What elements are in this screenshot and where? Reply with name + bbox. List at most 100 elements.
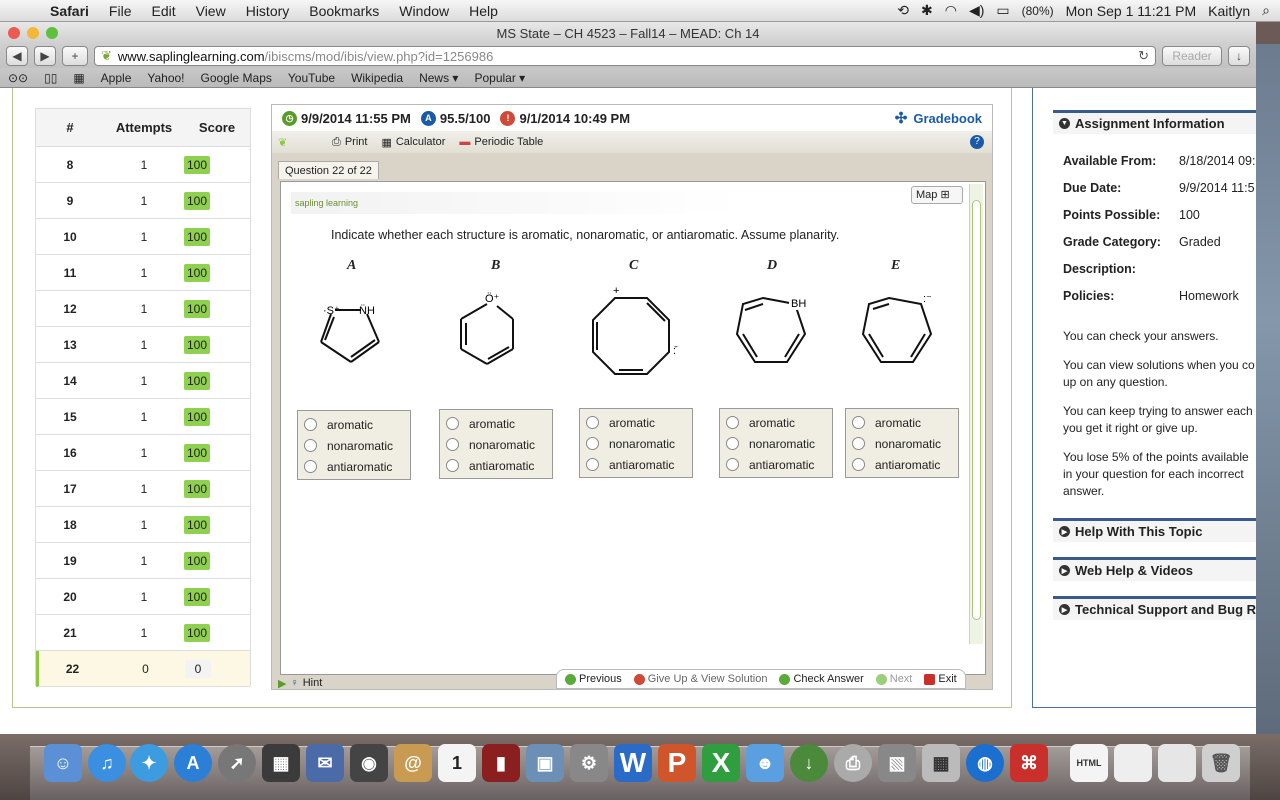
radio-a-nonaromatic[interactable] <box>304 439 317 452</box>
radio-d-antiaromatic[interactable] <box>726 458 739 471</box>
bookmark-youtube[interactable]: YouTube <box>288 71 335 85</box>
radio-c-antiaromatic[interactable] <box>586 458 599 471</box>
printer-utility-icon[interactable]: ⎙ <box>834 744 872 782</box>
radio-c-aromatic[interactable] <box>586 416 599 429</box>
menu-history[interactable]: History <box>236 3 300 19</box>
trash-icon[interactable]: 🗑 <box>1202 744 1240 782</box>
bookmarks-book-icon[interactable]: ▯▯ <box>44 71 57 85</box>
mail-icon[interactable]: ✉ <box>306 744 344 782</box>
menu-file[interactable]: File <box>99 3 142 19</box>
option-e-antiaromatic[interactable]: antiaromatic <box>852 454 958 475</box>
bluetooth-icon[interactable]: ✱ <box>921 2 933 19</box>
spotlight-icon[interactable]: ⌕ <box>1262 2 1270 19</box>
bookmark-yahoo[interactable]: Yahoo! <box>147 71 184 85</box>
new-tab-button[interactable]: + <box>62 46 88 66</box>
attempt-row[interactable]: 10 1 100 <box>36 219 250 255</box>
option-e-aromatic[interactable]: aromatic <box>852 412 958 433</box>
attempt-row[interactable]: 14 1 100 <box>36 363 250 399</box>
user-name[interactable]: Kaitlyn <box>1208 3 1250 19</box>
print-button[interactable]: ⎙ Print <box>332 136 367 149</box>
option-a-aromatic[interactable]: aromatic <box>304 414 410 435</box>
bookmark-popular[interactable]: Popular ▾ <box>474 71 525 85</box>
app-store-icon[interactable]: A <box>174 744 212 782</box>
calculator-app-icon[interactable]: ▦ <box>922 744 960 782</box>
document-stack-icon[interactable] <box>1114 744 1152 782</box>
radio-d-aromatic[interactable] <box>726 416 739 429</box>
excel-icon[interactable]: X <box>702 744 740 782</box>
web-help-header[interactable]: ▶ Web Help & Videos <box>1053 557 1256 581</box>
option-d-nonaromatic[interactable]: nonaromatic <box>726 433 832 454</box>
radio-b-aromatic[interactable] <box>446 417 459 430</box>
google-earth-icon[interactable]: ◍ <box>966 744 1004 782</box>
word-icon[interactable]: W <box>614 744 652 782</box>
time-machine-icon[interactable]: ⟲ <box>897 2 909 19</box>
give-up-button[interactable]: Give Up & View Solution <box>633 673 767 685</box>
clock[interactable]: Mon Sep 1 11:21 PM <box>1066 3 1196 19</box>
bookmark-wikipedia[interactable]: Wikipedia <box>351 71 403 85</box>
calendar-icon[interactable]: 1 <box>438 744 476 782</box>
help-topic-header[interactable]: ▶ Help With This Topic <box>1053 518 1256 542</box>
attempt-row[interactable]: 16 1 100 <box>36 435 250 471</box>
forward-button[interactable]: ▶ <box>34 46 56 66</box>
reading-list-icon[interactable]: ⊙⊙ <box>8 71 28 85</box>
attempt-row[interactable]: 20 1 100 <box>36 579 250 615</box>
option-a-antiaromatic[interactable]: antiaromatic <box>304 456 410 477</box>
download-globe-icon[interactable]: ↓ <box>790 744 828 782</box>
option-c-aromatic[interactable]: aromatic <box>586 412 692 433</box>
top-sites-grid-icon[interactable]: ▦ <box>73 71 84 85</box>
volume-icon[interactable]: ◀) <box>969 2 984 19</box>
bookmark-news[interactable]: News ▾ <box>419 71 458 85</box>
radio-e-antiaromatic[interactable] <box>852 458 865 471</box>
iphoto-icon[interactable]: ▣ <box>526 744 564 782</box>
radio-c-nonaromatic[interactable] <box>586 437 599 450</box>
bookmark-google-maps[interactable]: Google Maps <box>201 71 272 85</box>
html-file-icon[interactable]: HTML <box>1070 744 1108 782</box>
calculator-button[interactable]: ▦ Calculator <box>381 136 445 149</box>
next-button[interactable]: Next <box>875 673 912 685</box>
periodic-table-button[interactable]: ▬ Periodic Table <box>459 136 543 148</box>
radio-a-antiaromatic[interactable] <box>304 460 317 473</box>
radio-a-aromatic[interactable] <box>304 418 317 431</box>
option-a-nonaromatic[interactable]: nonaromatic <box>304 435 410 456</box>
hint-button[interactable]: ▶ ♀ Hint <box>278 677 322 690</box>
battery-icon[interactable]: ▭ <box>996 2 1009 19</box>
option-c-nonaromatic[interactable]: nonaromatic <box>586 433 692 454</box>
contacts-icon[interactable]: @ <box>394 744 432 782</box>
attempt-row[interactable]: 21 1 100 <box>36 615 250 651</box>
radio-b-antiaromatic[interactable] <box>446 459 459 472</box>
bookmark-apple[interactable]: Apple <box>101 71 132 85</box>
downloads-button[interactable]: ↓ <box>1228 46 1250 66</box>
radio-d-nonaromatic[interactable] <box>726 437 739 450</box>
attempt-row[interactable]: 8 1 100 <box>36 147 250 183</box>
downloads-stack-icon[interactable] <box>1158 744 1196 782</box>
itunes-icon[interactable]: ♫ <box>88 744 126 782</box>
map-button[interactable]: Map ⊞ <box>911 186 963 204</box>
acrobat-icon[interactable]: ⌘ <box>1010 744 1048 782</box>
radio-e-aromatic[interactable] <box>852 416 865 429</box>
menu-window[interactable]: Window <box>389 3 459 19</box>
powerpoint-icon[interactable]: P <box>658 744 696 782</box>
address-bar[interactable]: ❦ www.saplinglearning.com /ibiscms/mod/i… <box>94 46 1156 66</box>
wifi-icon[interactable]: ◠ <box>945 2 957 19</box>
help-icon[interactable]: ? <box>970 135 984 149</box>
exit-button[interactable]: Exit <box>924 673 957 685</box>
facetime-icon[interactable]: ◉ <box>350 744 388 782</box>
check-answer-button[interactable]: Check Answer <box>779 673 864 685</box>
question-scrollbar[interactable] <box>969 184 983 644</box>
attempt-row[interactable]: 18 1 100 <box>36 507 250 543</box>
preview-icon[interactable]: ▧ <box>878 744 916 782</box>
menu-bookmarks[interactable]: Bookmarks <box>299 3 389 19</box>
option-d-antiaromatic[interactable]: antiaromatic <box>726 454 832 475</box>
option-b-aromatic[interactable]: aromatic <box>446 413 552 434</box>
question-tab[interactable]: Question 22 of 22 <box>278 161 379 179</box>
option-c-antiaromatic[interactable]: antiaromatic <box>586 454 692 475</box>
reader-button[interactable]: Reader <box>1162 46 1222 66</box>
radio-b-nonaromatic[interactable] <box>446 438 459 451</box>
option-b-nonaromatic[interactable]: nonaromatic <box>446 434 552 455</box>
finder-icon[interactable]: ☺ <box>44 744 82 782</box>
attempt-row[interactable]: 19 1 100 <box>36 543 250 579</box>
tech-support-header[interactable]: ▶ Technical Support and Bug R <box>1053 596 1256 620</box>
attempt-row[interactable]: 22 0 0 <box>36 651 250 687</box>
scroll-thumb[interactable] <box>972 200 981 620</box>
radio-e-nonaromatic[interactable] <box>852 437 865 450</box>
